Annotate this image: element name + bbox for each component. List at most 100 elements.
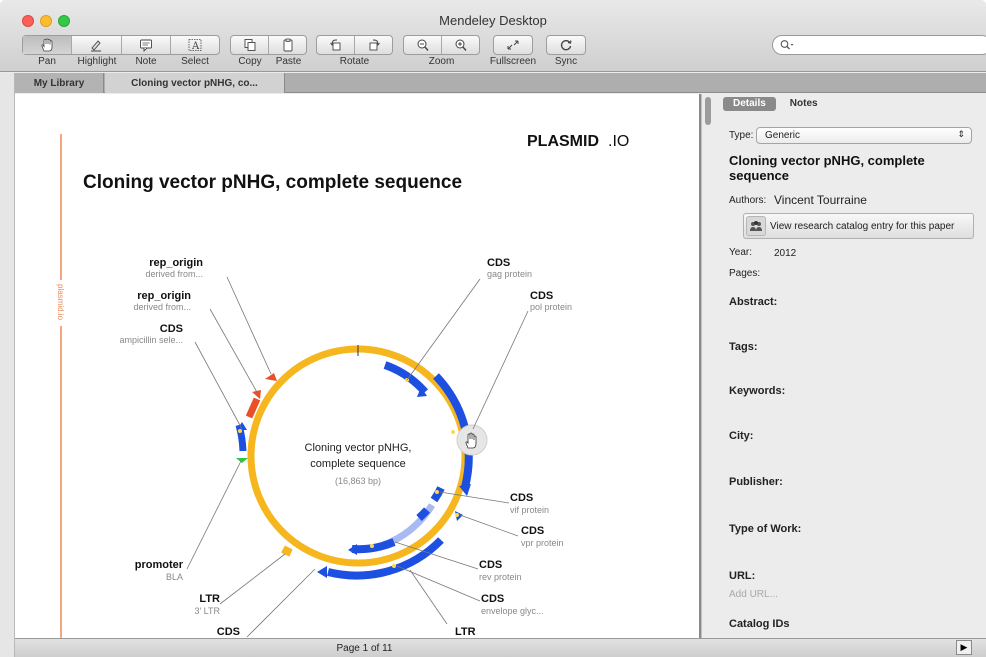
pan-button[interactable] bbox=[23, 36, 73, 54]
tab-document[interactable]: Cloning vector pNHG, co... bbox=[105, 73, 285, 93]
feature-rep-origin-2 bbox=[265, 373, 277, 381]
tab-notes[interactable]: Notes bbox=[776, 97, 832, 111]
type-value: Generic bbox=[765, 130, 801, 141]
select-text-button[interactable]: A bbox=[171, 36, 219, 54]
center-size: (16,863 bp) bbox=[335, 476, 381, 486]
tab-my-library[interactable]: My Library bbox=[15, 73, 104, 93]
brand-logo-light: .IO bbox=[608, 133, 629, 150]
center-title-line2: complete sequence bbox=[310, 458, 405, 470]
search-input[interactable] bbox=[772, 35, 986, 55]
svg-text:A: A bbox=[191, 41, 200, 52]
zoom-in-icon bbox=[455, 39, 467, 51]
leader-gag bbox=[406, 278, 481, 381]
url-field[interactable]: Add URL... bbox=[729, 589, 778, 600]
details-panel: Details Notes Type: Generic ⇕ Cloning vec… bbox=[701, 94, 986, 638]
paste-button[interactable] bbox=[269, 36, 306, 54]
publisher-label[interactable]: Publisher: bbox=[729, 476, 783, 488]
leader-ltr-bottom bbox=[409, 569, 448, 625]
type-label: Type: bbox=[729, 130, 754, 141]
leader-pol bbox=[472, 310, 529, 430]
note-button[interactable] bbox=[122, 36, 171, 54]
zoom-out-button[interactable] bbox=[404, 36, 442, 54]
authors-label: Authors: bbox=[729, 195, 767, 206]
feature-dot bbox=[392, 564, 396, 568]
sublabel-cds-pol: pol protein bbox=[530, 302, 572, 312]
abstract-label[interactable]: Abstract: bbox=[729, 296, 777, 308]
highlight-label: Highlight bbox=[77, 56, 117, 67]
brand-logo-bold: PLASMID bbox=[527, 133, 599, 150]
label-cds-gag: CDS bbox=[487, 257, 510, 269]
tab-details[interactable]: Details bbox=[723, 97, 776, 111]
label-rep-origin-1: rep_origin bbox=[149, 257, 203, 269]
sublabel-cds-rev: rev protein bbox=[479, 572, 522, 582]
label-rep-origin-2: rep_origin bbox=[137, 290, 191, 302]
search-icon bbox=[780, 40, 794, 50]
window-title: Mendeley Desktop bbox=[439, 13, 547, 28]
label-promoter: promoter bbox=[135, 559, 184, 571]
fullscreen-button[interactable] bbox=[493, 35, 533, 55]
scrollbar-thumb[interactable] bbox=[705, 97, 711, 125]
feature-promoter bbox=[236, 458, 248, 463]
center-title-line1: Cloning vector pNHG, bbox=[305, 442, 412, 454]
toggle-panel-button[interactable]: ▶ bbox=[956, 640, 972, 655]
details-scrollbar[interactable] bbox=[702, 94, 714, 638]
tab-bar: My Library Cloning vector pNHG, co... bbox=[15, 73, 986, 93]
rotate-right-icon bbox=[369, 39, 380, 51]
feature-dot bbox=[435, 490, 439, 494]
leader-rep-origin-1 bbox=[226, 276, 272, 375]
side-label: plasmid.io bbox=[56, 284, 65, 321]
rotate-left-button[interactable] bbox=[317, 36, 355, 54]
label-cds-env: CDS bbox=[481, 593, 504, 605]
keywords-label[interactable]: Keywords: bbox=[729, 385, 785, 397]
catalog-ids-label: Catalog IDs bbox=[729, 618, 790, 630]
rotate-right-button[interactable] bbox=[355, 36, 392, 54]
paste-label: Paste bbox=[275, 56, 302, 67]
label-cds-bottom: CDS bbox=[217, 626, 240, 638]
zoom-in-button[interactable] bbox=[442, 36, 479, 54]
label-cds-rev: CDS bbox=[479, 559, 502, 571]
feature-dot bbox=[370, 544, 374, 548]
view-catalog-button[interactable]: View research catalog entry for this pap… bbox=[743, 213, 974, 239]
note-icon bbox=[139, 39, 152, 52]
sublabel-ltr-3: 3' LTR bbox=[194, 606, 220, 616]
details-title[interactable]: Cloning vector pNHG, complete sequence bbox=[729, 153, 969, 183]
tags-label[interactable]: Tags: bbox=[729, 341, 758, 353]
panel-toggle-icon: ▶ bbox=[960, 642, 968, 652]
pdf-viewer[interactable]: plasmid.io PLASMID .IO Cloning vector pN… bbox=[15, 94, 699, 638]
copy-label: Copy bbox=[238, 56, 262, 67]
leader-vif bbox=[439, 491, 510, 504]
hand-icon bbox=[41, 38, 53, 52]
sublabel-cds-amp: ampicillin sele... bbox=[119, 335, 183, 345]
label-cds-pol: CDS bbox=[530, 290, 553, 302]
document-title: Cloning vector pNHG, complete sequence bbox=[83, 172, 462, 193]
leader-env bbox=[396, 565, 481, 602]
fullscreen-seg[interactable] bbox=[494, 36, 532, 54]
type-select[interactable]: Generic ⇕ bbox=[756, 127, 972, 144]
fullscreen-label: Fullscreen bbox=[489, 56, 537, 67]
sync-button[interactable] bbox=[546, 35, 586, 55]
url-label: URL: bbox=[729, 570, 756, 582]
city-label[interactable]: City: bbox=[729, 430, 753, 442]
mendeley-window: Mendeley Desktop A Pan Highlight Note Se… bbox=[0, 0, 986, 657]
people-icon bbox=[746, 216, 766, 236]
leader-lines bbox=[186, 276, 529, 638]
type-of-work-label[interactable]: Type of Work: bbox=[729, 523, 801, 535]
sublabel-rep-origin-1: derived from... bbox=[145, 269, 203, 279]
feature-ltr-3 bbox=[281, 545, 293, 557]
sublabel-rep-origin-2: derived from... bbox=[133, 302, 191, 312]
clipboard-group bbox=[230, 35, 307, 55]
clipboard-icon bbox=[283, 38, 292, 52]
authors-value[interactable]: Vincent Tourraine bbox=[774, 193, 867, 207]
copy-button[interactable] bbox=[231, 36, 269, 54]
plasmid-map-page: plasmid.io PLASMID .IO Cloning vector pN… bbox=[53, 133, 629, 638]
leader-vpr bbox=[459, 514, 519, 537]
sync-seg[interactable] bbox=[547, 36, 585, 54]
highlight-button[interactable] bbox=[72, 36, 122, 54]
left-margin bbox=[0, 73, 15, 657]
year-value[interactable]: 2012 bbox=[774, 248, 796, 259]
label-ltr-bottom: LTR bbox=[455, 626, 476, 638]
highlighter-icon bbox=[91, 40, 102, 52]
feature-env-arrowhead bbox=[317, 566, 327, 578]
feature-vif bbox=[430, 486, 445, 503]
zoom-group bbox=[403, 35, 480, 55]
